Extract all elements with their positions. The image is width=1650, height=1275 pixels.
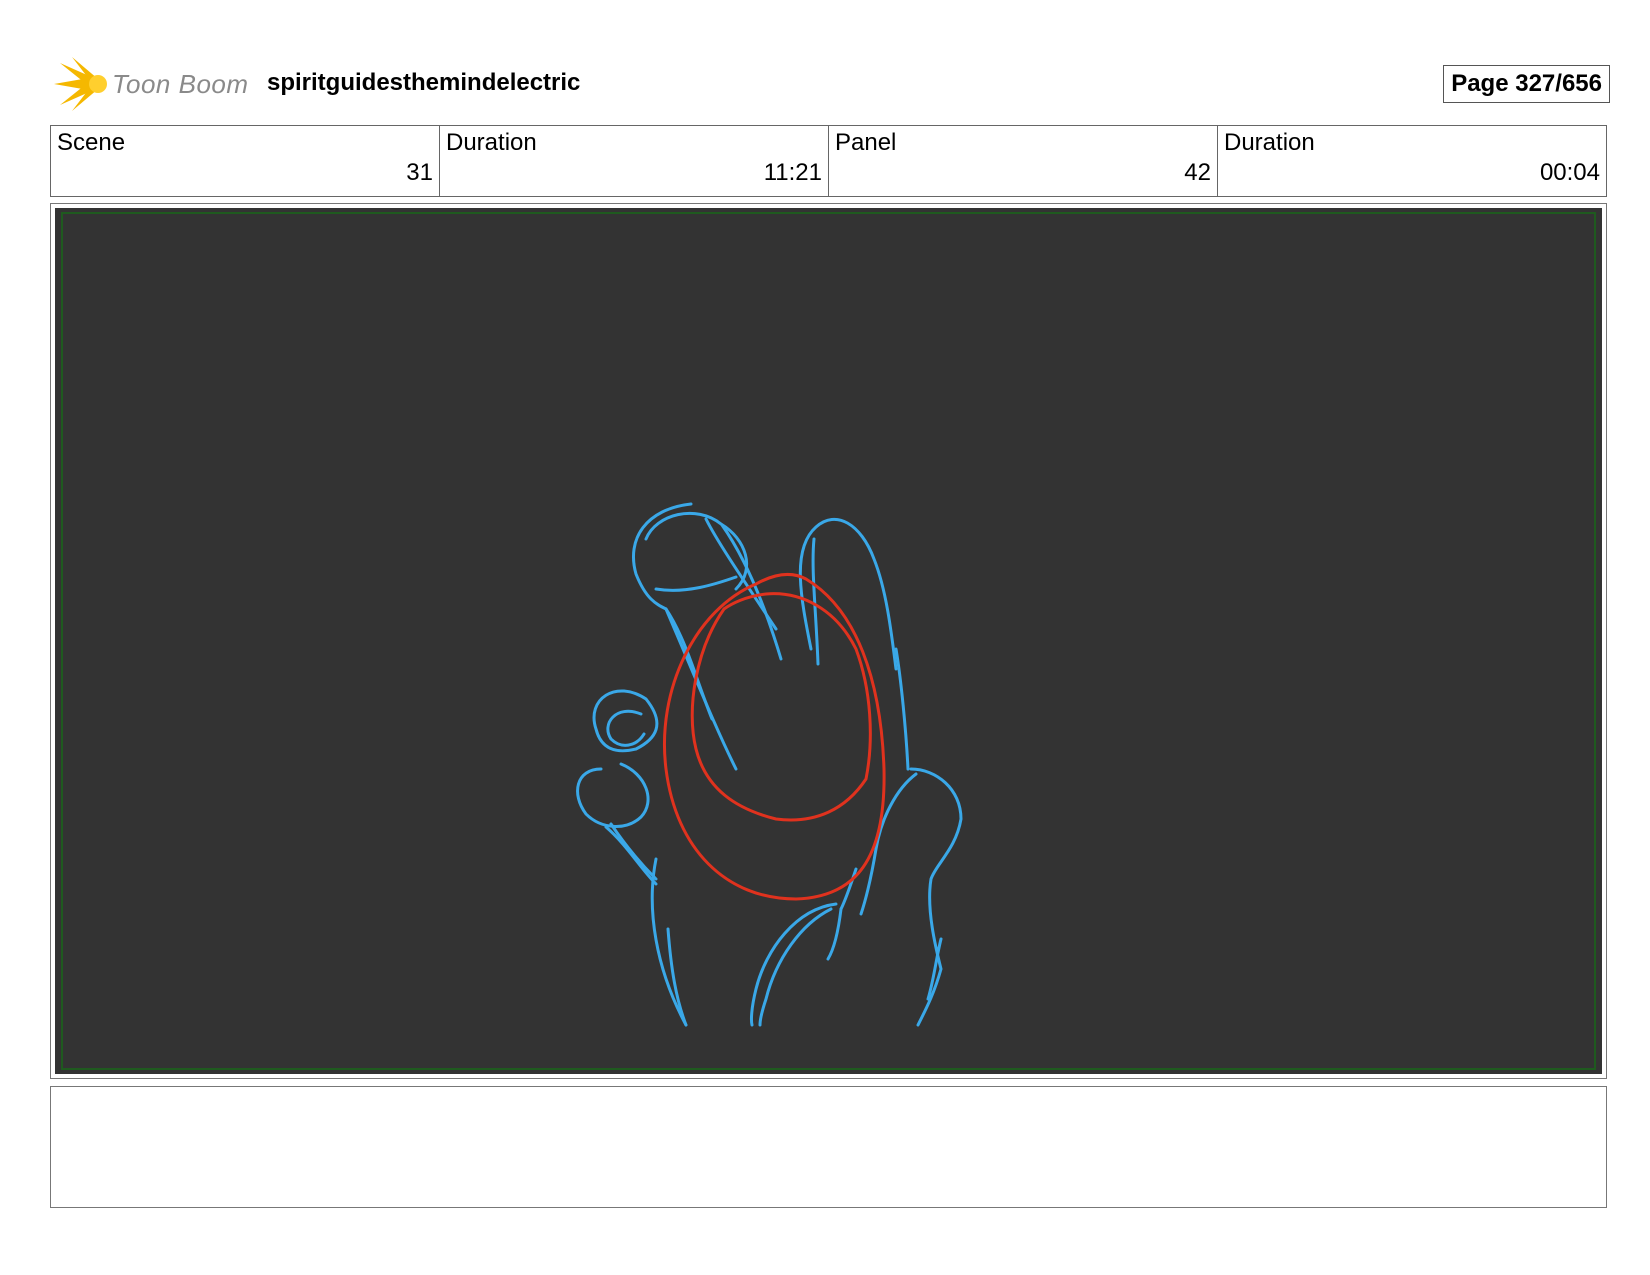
panel-notes: [50, 1086, 1607, 1208]
scene-value: 31: [406, 159, 433, 186]
panel-duration-label: Duration: [1224, 129, 1315, 156]
scene-duration-value: 11:21: [763, 159, 822, 186]
logo-text: Toon Boom: [112, 69, 249, 99]
panel-image: [55, 208, 1602, 1074]
scene-label: Scene: [57, 129, 126, 156]
panel-label: Panel: [835, 129, 897, 156]
storyboard-header: Toon Boom spiritguidesthemindelectric Pa…: [50, 55, 1610, 115]
toon-boom-logo: Toon Boom: [54, 57, 254, 111]
project-title: spiritguidesthemindelectric: [267, 69, 581, 96]
panel-frame: [50, 203, 1607, 1079]
scene-duration-cell: Duration 11:21: [440, 126, 829, 196]
scene-duration-label: Duration: [446, 129, 537, 156]
hand-sketch: [576, 502, 963, 1027]
page-indicator: Page 327/656: [1443, 65, 1610, 103]
hand-lines: [576, 502, 963, 1027]
scene-cell: Scene 31: [51, 126, 440, 196]
panel-duration-cell: Duration 00:04: [1218, 126, 1606, 196]
panel-cell: Panel 42: [829, 126, 1218, 196]
panel-duration-value: 00:04: [1539, 159, 1600, 186]
panel-value: 42: [1184, 159, 1211, 186]
scene-info-table: Scene 31 Duration 11:21 Panel 42 Duratio…: [50, 125, 1607, 197]
burst-icon: [54, 57, 107, 111]
ball-lines: [663, 572, 886, 901]
